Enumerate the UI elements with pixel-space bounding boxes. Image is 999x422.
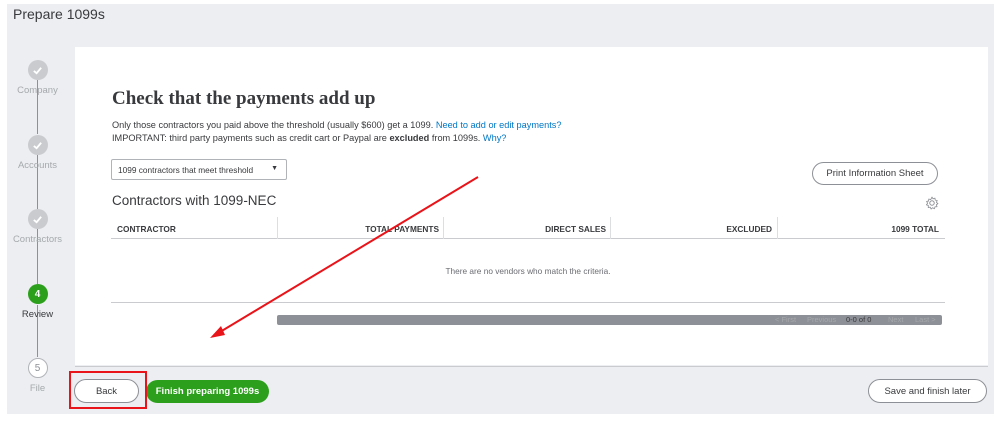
- annotation-arrow-icon: [210, 176, 479, 338]
